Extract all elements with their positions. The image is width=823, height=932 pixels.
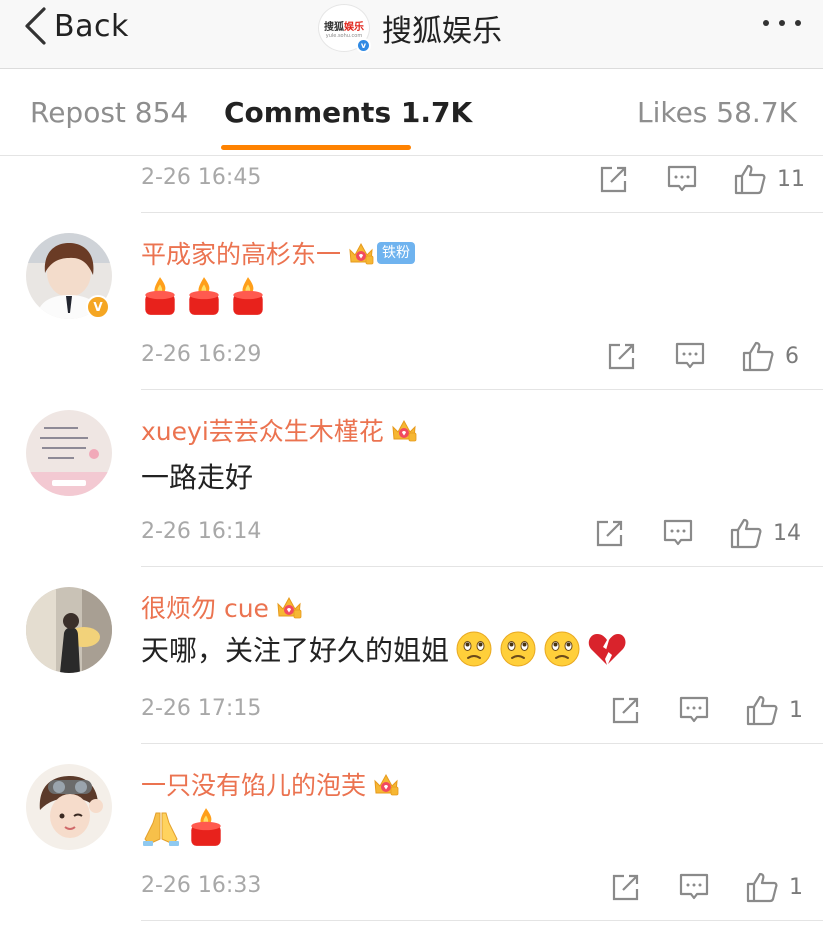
comment-icon bbox=[678, 872, 710, 902]
crown-icon bbox=[275, 594, 303, 620]
thumbs-up-icon bbox=[733, 163, 767, 195]
comment-icon bbox=[674, 341, 706, 371]
thumbs-up-icon bbox=[745, 871, 779, 903]
like-count: 1 bbox=[789, 874, 803, 900]
comment-meta: 2-26 16:14 14 bbox=[141, 515, 823, 551]
crown-icon bbox=[390, 417, 418, 443]
comment-username[interactable]: 一只没有馅儿的泡芙 bbox=[141, 766, 366, 802]
account-avatar: 搜狐娱乐 yule.sohu.com v bbox=[318, 4, 371, 53]
divider bbox=[141, 212, 823, 213]
crown-icon bbox=[347, 240, 375, 266]
share-icon bbox=[611, 872, 641, 902]
navigation-bar: Back 搜狐娱乐 yule.sohu.com v 搜狐娱乐 bbox=[0, 0, 823, 69]
comment-icon bbox=[666, 164, 698, 194]
like-button[interactable]: 14 bbox=[729, 515, 801, 551]
comment-text: 天哪，关注了好久的姐姐 bbox=[141, 629, 633, 669]
comment-time: 2-26 16:29 bbox=[141, 342, 262, 367]
like-count: 1 bbox=[789, 697, 803, 723]
comment-text: 一路走好 bbox=[141, 461, 254, 494]
comment-author-row: 平成家的高杉东一 铁粉 bbox=[141, 235, 416, 271]
thumbs-up-icon bbox=[741, 340, 775, 372]
comment-username[interactable]: 很烦勿 cue bbox=[141, 589, 269, 625]
comment-time: 2-26 16:33 bbox=[141, 873, 262, 898]
like-button[interactable]: 11 bbox=[733, 161, 805, 197]
candle-icon bbox=[141, 275, 179, 317]
divider bbox=[141, 566, 823, 567]
tab-likes[interactable]: Likes 58.7K bbox=[637, 96, 797, 129]
sad-face-icon bbox=[499, 630, 537, 668]
share-icon bbox=[595, 518, 625, 548]
tab-repost[interactable]: Repost 854 bbox=[30, 96, 188, 129]
chevron-left-icon bbox=[25, 7, 46, 45]
sad-face-icon bbox=[543, 630, 581, 668]
avatar[interactable] bbox=[26, 587, 112, 673]
comment-meta: 2-26 16:33 1 bbox=[141, 869, 823, 905]
praying-hands-icon bbox=[141, 807, 181, 847]
comment-body: 天哪，关注了好久的姐姐 bbox=[141, 634, 450, 667]
sad-face-icon bbox=[455, 630, 493, 668]
like-button[interactable]: 1 bbox=[745, 692, 803, 728]
comment-time: 2-26 16:45 bbox=[141, 165, 262, 190]
share-button[interactable] bbox=[611, 692, 641, 728]
avatar[interactable] bbox=[26, 410, 112, 496]
candle-icon bbox=[185, 275, 223, 317]
tab-bar: Repost 854 Comments 1.7K Likes 58.7K bbox=[0, 70, 823, 156]
divider bbox=[141, 743, 823, 744]
active-tab-indicator bbox=[221, 145, 411, 150]
verified-badge-icon: v bbox=[356, 38, 371, 53]
like-button[interactable]: 6 bbox=[741, 338, 799, 374]
like-count: 6 bbox=[785, 343, 799, 369]
comment-meta: 2-26 16:45 11 bbox=[141, 161, 823, 197]
comment-icon bbox=[678, 695, 710, 725]
comment-author-row: 一只没有馅儿的泡芙 bbox=[141, 766, 400, 802]
comment-meta: 2-26 16:29 6 bbox=[141, 338, 823, 374]
comment-text bbox=[141, 806, 231, 848]
share-button[interactable] bbox=[611, 869, 641, 905]
reply-button[interactable] bbox=[678, 692, 710, 728]
thumbs-up-icon bbox=[729, 517, 763, 549]
candle-icon bbox=[229, 275, 267, 317]
like-button[interactable]: 1 bbox=[745, 869, 803, 905]
candle-icon bbox=[187, 806, 225, 848]
comment-text bbox=[141, 275, 273, 317]
divider bbox=[141, 920, 823, 921]
share-button[interactable] bbox=[595, 515, 625, 551]
like-count: 11 bbox=[777, 166, 805, 192]
page-title: 搜狐娱乐 bbox=[382, 14, 502, 49]
reply-button[interactable] bbox=[662, 515, 694, 551]
comment-author-row: 很烦勿 cue bbox=[141, 589, 303, 625]
avatar[interactable] bbox=[26, 764, 112, 850]
tab-comments[interactable]: Comments 1.7K bbox=[224, 96, 472, 129]
back-button[interactable]: Back bbox=[22, 6, 129, 46]
divider bbox=[141, 389, 823, 390]
comment-author-row: xueyi芸芸众生木槿花 bbox=[141, 412, 418, 448]
share-button[interactable] bbox=[607, 338, 637, 374]
like-count: 14 bbox=[773, 520, 801, 546]
share-icon bbox=[599, 164, 629, 194]
comment-username[interactable]: 平成家的高杉东一 bbox=[141, 235, 341, 271]
thumbs-up-icon bbox=[745, 694, 779, 726]
back-label: Back bbox=[54, 8, 129, 44]
share-button[interactable] bbox=[599, 161, 629, 197]
crown-icon bbox=[372, 771, 400, 797]
reply-button[interactable] bbox=[674, 338, 706, 374]
broken-heart-icon bbox=[587, 631, 627, 667]
fan-badge: 铁粉 bbox=[377, 242, 416, 264]
share-icon bbox=[611, 695, 641, 725]
reply-button[interactable] bbox=[666, 161, 698, 197]
verified-badge-icon: V bbox=[86, 295, 110, 319]
comment-time: 2-26 17:15 bbox=[141, 696, 262, 721]
more-options-icon[interactable] bbox=[763, 20, 801, 26]
account-header[interactable]: 搜狐娱乐 yule.sohu.com v 搜狐娱乐 bbox=[318, 4, 502, 53]
share-icon bbox=[607, 341, 637, 371]
comment-username[interactable]: xueyi芸芸众生木槿花 bbox=[141, 412, 384, 448]
comment-icon bbox=[662, 518, 694, 548]
comment-meta: 2-26 17:15 1 bbox=[141, 692, 823, 728]
reply-button[interactable] bbox=[678, 869, 710, 905]
comment-time: 2-26 16:14 bbox=[141, 519, 262, 544]
